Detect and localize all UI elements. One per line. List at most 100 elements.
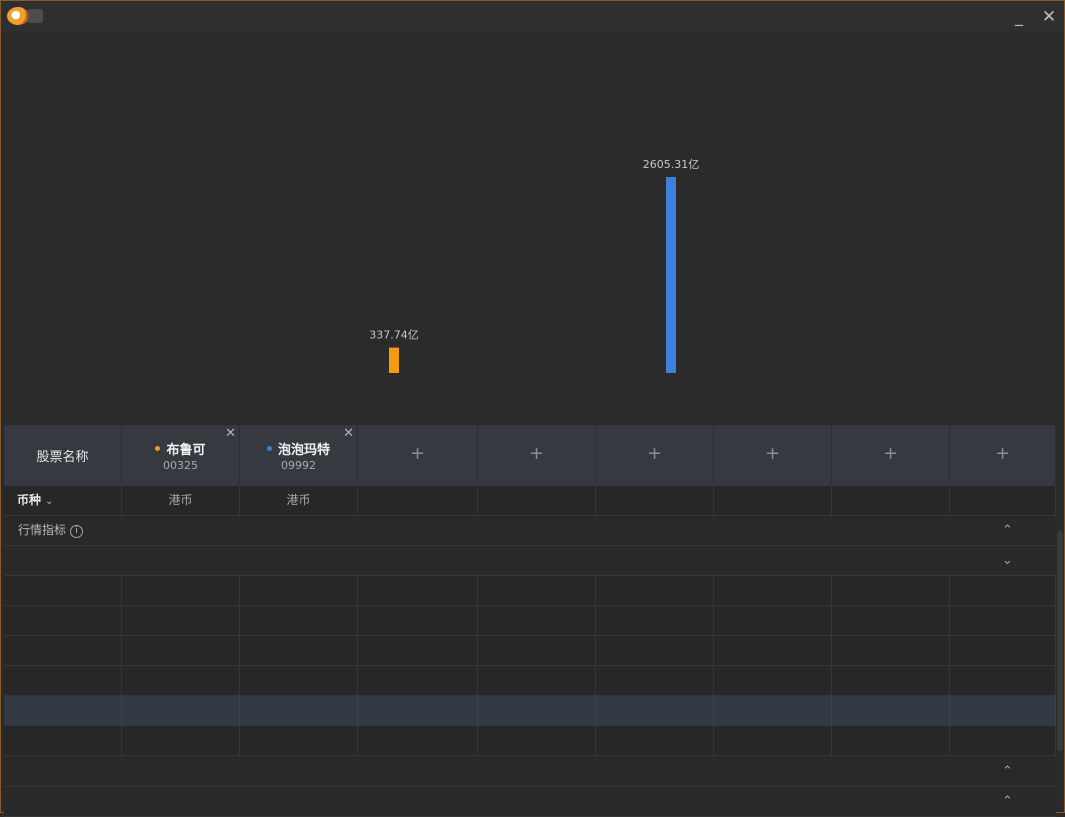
- app-logo: [7, 7, 29, 25]
- stock-name-header-label: 股票名称: [36, 450, 89, 465]
- series-dot: [155, 446, 161, 451]
- table-cell: [122, 606, 240, 635]
- bar-1[interactable]: [389, 347, 399, 373]
- table-cell: [950, 606, 1056, 635]
- table-cell: [122, 666, 240, 695]
- bar-value-label: 337.74亿: [369, 329, 419, 342]
- table-row[interactable]: [4, 606, 1056, 636]
- table-cell: [358, 606, 478, 635]
- table-cell: [596, 576, 714, 605]
- table-cell: [358, 636, 478, 665]
- table-cell: [478, 636, 596, 665]
- table-cell: [714, 606, 832, 635]
- stock-column-header[interactable]: 泡泡玛特 09992 ✕: [240, 425, 358, 486]
- table-cell: [358, 726, 478, 755]
- section-header-row[interactable]: ⌃: [4, 757, 1056, 787]
- collapse-caret-icon[interactable]: ⌃: [1002, 757, 1013, 786]
- table-cell: [358, 696, 478, 725]
- table-cell: [596, 696, 714, 725]
- close-window-button[interactable]: ✕: [1037, 5, 1061, 29]
- table-cell: [596, 726, 714, 755]
- table-cell: [832, 606, 950, 635]
- table-cell: [122, 696, 240, 725]
- currency-cell: [714, 486, 832, 515]
- stock-code: 09992: [281, 459, 316, 472]
- table-cell: [240, 696, 358, 725]
- table-cell: [240, 636, 358, 665]
- add-stock-slot[interactable]: +: [358, 425, 478, 486]
- table-cell: [358, 666, 478, 695]
- table-cell: [4, 606, 122, 635]
- currency-label[interactable]: 币种 ⌄: [17, 486, 53, 516]
- table-cell: [240, 726, 358, 755]
- expand-caret-icon[interactable]: ⌄: [1002, 546, 1013, 575]
- chart-svg: 337.74亿 2605.31亿: [369, 158, 700, 373]
- table-cell: [478, 726, 596, 755]
- table-cell: [4, 666, 122, 695]
- plus-icon[interactable]: +: [596, 443, 713, 464]
- table-row[interactable]: [4, 636, 1056, 666]
- plus-icon[interactable]: +: [358, 443, 477, 464]
- table-cell: [122, 576, 240, 605]
- table-cell: [478, 576, 596, 605]
- collapse-caret-icon[interactable]: ⌃: [1002, 516, 1013, 545]
- plus-icon[interactable]: +: [478, 443, 595, 464]
- table-cell: [832, 666, 950, 695]
- table-cell: [714, 636, 832, 665]
- table-cell: [714, 576, 832, 605]
- table-row[interactable]: [4, 576, 1056, 606]
- plus-icon[interactable]: +: [714, 443, 831, 464]
- table-cell: [714, 726, 832, 755]
- currency-label-cell[interactable]: 币种 ⌄: [4, 486, 122, 515]
- table-cell: [950, 636, 1056, 665]
- series-dot: [266, 446, 272, 451]
- table-cell: [832, 576, 950, 605]
- vertical-scrollbar[interactable]: [1057, 531, 1063, 751]
- plus-icon[interactable]: +: [950, 443, 1055, 464]
- table-cell: [832, 636, 950, 665]
- currency-row: 币种 ⌄ 港币 港币: [4, 486, 1056, 516]
- table-cell: [122, 726, 240, 755]
- section-header-market-indicators[interactable]: 行情指标 i ⌃: [4, 516, 1056, 546]
- add-stock-slot[interactable]: +: [832, 425, 950, 486]
- table-row[interactable]: [4, 666, 1056, 696]
- table-cell: [714, 666, 832, 695]
- table-cell: [832, 726, 950, 755]
- comparison-table: 股票名称 布鲁可 00325 ✕ 泡泡玛特 09992 ✕ + + + + + + 币种 ⌄ 港币 港币 …: [4, 425, 1056, 817]
- section-label: 行情指标 i: [18, 516, 84, 545]
- bar-2[interactable]: [666, 177, 676, 373]
- add-stock-slot[interactable]: +: [714, 425, 832, 486]
- remove-stock-icon[interactable]: ✕: [343, 426, 354, 441]
- table-row-selected[interactable]: [4, 696, 1056, 726]
- table-cell: [596, 636, 714, 665]
- table-cell: [596, 606, 714, 635]
- plus-icon[interactable]: +: [832, 443, 949, 464]
- table-row[interactable]: [4, 726, 1056, 756]
- table-cell: [478, 606, 596, 635]
- table-cell: [240, 666, 358, 695]
- currency-cell: 港币: [240, 486, 358, 515]
- remove-stock-icon[interactable]: ✕: [225, 426, 236, 441]
- table-cell: [950, 576, 1056, 605]
- stock-name: 泡泡玛特: [240, 439, 357, 458]
- bar-value-label: 2605.31亿: [643, 158, 700, 171]
- stock-column-header[interactable]: 布鲁可 00325 ✕: [122, 425, 240, 486]
- collapse-caret-icon[interactable]: ⌃: [1002, 787, 1013, 816]
- add-stock-slot[interactable]: +: [596, 425, 714, 486]
- chevron-down-icon[interactable]: ⌄: [45, 496, 53, 507]
- add-stock-slot[interactable]: +: [950, 425, 1056, 486]
- table-cell: [4, 576, 122, 605]
- info-icon[interactable]: i: [70, 525, 84, 538]
- table-cell: [358, 576, 478, 605]
- currency-cell: [358, 486, 478, 515]
- stock-header-row: 股票名称 布鲁可 00325 ✕ 泡泡玛特 09992 ✕ + + + + + +: [4, 425, 1056, 486]
- table-cell: [714, 696, 832, 725]
- minimize-button[interactable]: _: [1007, 5, 1031, 29]
- market-cap-chart: 337.74亿 2605.31亿: [2, 31, 1063, 423]
- table-cell: [950, 726, 1056, 755]
- add-stock-slot[interactable]: +: [478, 425, 596, 486]
- currency-cell: 港币: [122, 486, 240, 515]
- section-header-row[interactable]: ⌄: [4, 546, 1056, 576]
- table-cell: [832, 696, 950, 725]
- stock-name: 布鲁可: [122, 439, 239, 458]
